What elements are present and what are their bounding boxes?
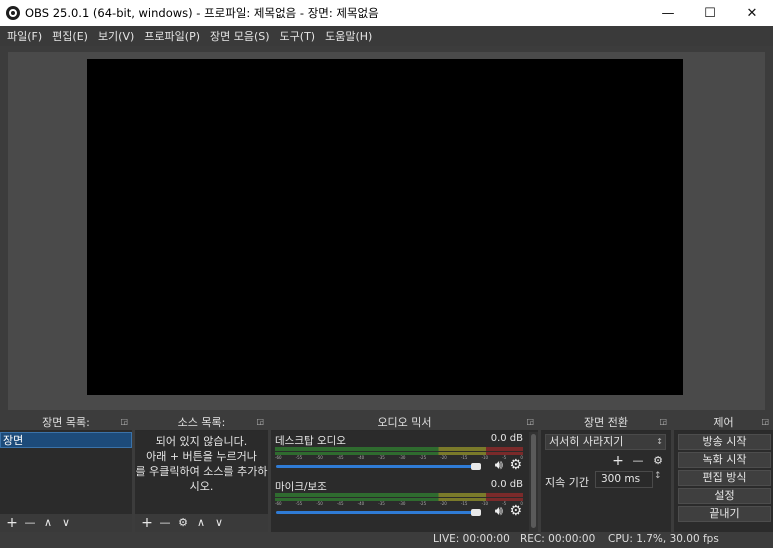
add-source-button[interactable]: + (138, 514, 156, 532)
controls-dock: 제어 ◲ 방송 시작 녹화 시작 편집 방식 설정 끝내기 (674, 414, 773, 532)
scene-item[interactable]: 장면 (0, 432, 132, 448)
scenes-dock-title: 장면 목록: (42, 416, 90, 429)
audio-mixer-dock: 오디오 믹서 ◲ 데스크탑 오디오 0.0 dB -60 -55 -50 -45 -40… (271, 414, 538, 532)
remove-source-button[interactable]: — (156, 514, 174, 532)
menu-bar: 파일(F) 편집(E) 보기(V) 프로파일(P) 장면 모음(S) 도구(T)… (0, 26, 773, 46)
dock-float-icon[interactable]: ◲ (526, 417, 534, 426)
speaker-icon[interactable]: 🔊︎ (495, 504, 503, 519)
mixer-tracks: 데스크탑 오디오 0.0 dB -60 -55 -50 -45 -40 -35 -30 -25… (271, 432, 528, 532)
sources-empty-message: 되어 있지 않습니다. 아래 + 버튼을 누르거나 를 우클릭하여 소스를 추가… (135, 435, 268, 493)
menu-scene-collection[interactable]: 장면 모음(S) (205, 28, 275, 44)
track-db: 0.0 dB (490, 479, 523, 490)
track-name: 데스크탑 오디오 (275, 435, 346, 447)
mixer-track-mic: 마이크/보조 0.0 dB -60 -55 -50 -45 -40 -35 -30 -25 -2… (274, 478, 525, 524)
move-source-up-button[interactable]: ∧ (192, 514, 210, 532)
source-properties-gear-icon[interactable]: ⚙ (174, 514, 192, 532)
settings-button[interactable]: 설정 (678, 488, 771, 504)
sources-dock-header: 소스 목록: ◲ (135, 414, 268, 431)
gear-icon[interactable]: ⚙ (509, 503, 522, 519)
volume-fader[interactable] (276, 511, 477, 514)
menu-tools[interactable]: 도구(T) (275, 28, 321, 44)
sources-dock: 소스 목록: ◲ 되어 있지 않습니다. 아래 + 버튼을 누르거나 를 우클릭… (135, 414, 268, 532)
menu-profile[interactable]: 프로파일(P) (139, 28, 205, 44)
track-db: 0.0 dB (490, 433, 523, 444)
move-scene-down-button[interactable]: ∨ (57, 514, 75, 532)
transition-select[interactable]: 서서히 사라지기 ↕ (545, 434, 666, 450)
maximize-button[interactable]: ☐ (689, 0, 731, 26)
menu-file[interactable]: 파일(F) (2, 28, 47, 44)
scenes-toolbar: + — ∧ ∨ (0, 514, 132, 532)
window-title: OBS 25.0.1 (64-bit, windows) - 프로파일: 제목없… (25, 6, 379, 20)
duration-input[interactable]: 300 ms (595, 471, 653, 488)
mixer-scrollbar[interactable] (529, 432, 538, 532)
rec-status: REC: 00:00:00 (520, 533, 596, 545)
add-scene-button[interactable]: + (3, 514, 21, 532)
remove-scene-button[interactable]: — (21, 514, 39, 532)
sources-dock-title: 소스 목록: (177, 416, 226, 429)
cpu-status: CPU: 1.7%, 30.00 fps (608, 533, 719, 545)
studio-mode-button[interactable]: 편집 방식 (678, 470, 771, 486)
menu-edit[interactable]: 편집(E) (47, 28, 93, 44)
volume-meter (275, 447, 523, 451)
minimize-button[interactable]: — (647, 0, 689, 26)
menu-view[interactable]: 보기(V) (93, 28, 139, 44)
start-recording-button[interactable]: 녹화 시작 (678, 452, 771, 468)
exit-button[interactable]: 끝내기 (678, 506, 771, 522)
live-status: LIVE: 00:00:00 (433, 533, 510, 545)
dock-float-icon[interactable]: ◲ (120, 417, 128, 426)
mixer-track-desktop: 데스크탑 오디오 0.0 dB -60 -55 -50 -45 -40 -35 -30 -25… (274, 432, 525, 478)
transitions-dock-header: 장면 전환 ◲ (541, 414, 671, 431)
transition-selected-value: 서서히 사라지기 (549, 435, 624, 448)
scenes-dock-header: 장면 목록: ◲ (0, 414, 132, 431)
spinner-arrows-icon[interactable]: ↕ (654, 471, 662, 481)
speaker-icon[interactable]: 🔊︎ (495, 458, 503, 473)
mixer-dock-title: 오디오 믹서 (377, 416, 432, 429)
controls-dock-title: 제어 (713, 416, 734, 429)
title-bar: OBS 25.0.1 (64-bit, windows) - 프로파일: 제목없… (0, 0, 773, 26)
move-scene-up-button[interactable]: ∧ (39, 514, 57, 532)
status-bar: LIVE: 00:00:00 REC: 00:00:00 CPU: 1.7%, … (0, 532, 773, 548)
meter-scale: -60 -55 -50 -45 -40 -35 -30 -25 -20 -15 -10 -5 0 (275, 455, 523, 460)
remove-transition-button[interactable]: — (629, 452, 647, 470)
track-name: 마이크/보조 (275, 481, 327, 493)
transition-tools: + — ⚙ (609, 452, 667, 470)
preview-canvas[interactable] (87, 59, 683, 395)
scenes-dock: 장면 목록: ◲ 장면 + — ∧ ∨ (0, 414, 132, 532)
sources-list[interactable]: 되어 있지 않습니다. 아래 + 버튼을 누르거나 를 우클릭하여 소스를 추가… (135, 432, 268, 514)
move-source-down-button[interactable]: ∨ (210, 514, 228, 532)
volume-fader-handle[interactable] (471, 509, 481, 516)
meter-scale: -60 -55 -50 -45 -40 -35 -30 -25 -20 -15 -10 -5 0 (275, 501, 523, 506)
transition-gear-icon[interactable]: ⚙ (649, 452, 667, 470)
start-streaming-button[interactable]: 방송 시작 (678, 434, 771, 450)
scrollbar-thumb[interactable] (531, 434, 536, 528)
gear-icon[interactable]: ⚙ (509, 457, 522, 473)
volume-meter (275, 493, 523, 497)
duration-label: 지속 기간 (545, 476, 589, 489)
close-button[interactable]: ✕ (731, 0, 773, 26)
dock-float-icon[interactable]: ◲ (659, 417, 667, 426)
menu-help[interactable]: 도움말(H) (320, 28, 377, 44)
dock-float-icon[interactable]: ◲ (256, 417, 264, 426)
controls-dock-header: 제어 ◲ (674, 414, 773, 431)
select-arrows-icon: ↕ (656, 437, 663, 446)
mixer-dock-header: 오디오 믹서 ◲ (271, 414, 538, 431)
dock-float-icon[interactable]: ◲ (761, 417, 769, 426)
transitions-dock: 장면 전환 ◲ 서서히 사라지기 ↕ + — ⚙ 지속 기간 300 ms ↕ (541, 414, 671, 532)
scenes-list: 장면 (0, 432, 132, 514)
sources-toolbar: + — ⚙ ∧ ∨ (135, 514, 268, 532)
obs-logo-icon (6, 6, 20, 20)
volume-fader[interactable] (276, 465, 477, 468)
transitions-dock-title: 장면 전환 (584, 416, 628, 429)
add-transition-button[interactable]: + (609, 452, 627, 470)
volume-fader-handle[interactable] (471, 463, 481, 470)
